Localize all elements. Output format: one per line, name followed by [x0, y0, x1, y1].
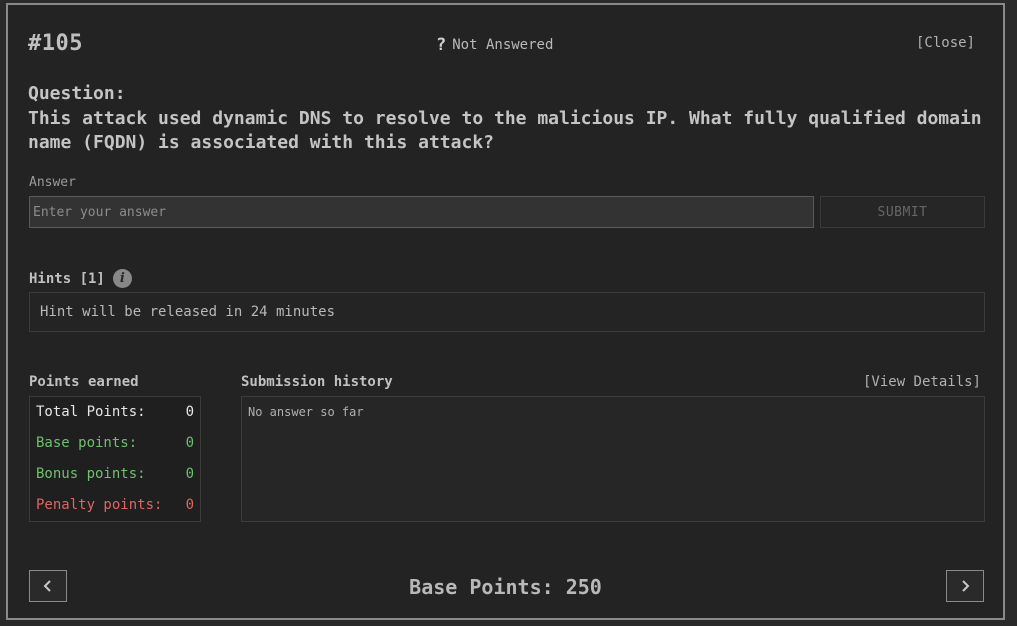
question-text: This attack used dynamic DNS to resolve … [28, 108, 982, 153]
question-id: #105 [28, 31, 83, 56]
bonus-points-label: Bonus points: [36, 466, 146, 482]
penalty-points-row: Penalty points: 0 [36, 497, 194, 513]
hints-header: Hints [1] i [29, 269, 132, 288]
answer-input[interactable] [29, 196, 814, 228]
total-points-row: Total Points: 0 [36, 404, 194, 420]
question-modal: #105 ? Not Answered [Close] Question: Th… [6, 3, 1005, 620]
base-points-value: 0 [185, 435, 194, 451]
hint-box: Hint will be released in 24 minutes [29, 292, 985, 332]
next-question-button[interactable] [946, 570, 984, 602]
total-points-value: 0 [185, 404, 194, 420]
points-box: Total Points: 0 Base points: 0 Bonus poi… [29, 396, 201, 522]
info-icon[interactable]: i [112, 269, 132, 288]
penalty-points-value: 0 [185, 497, 194, 513]
view-details-link[interactable]: [View Details] [863, 374, 981, 390]
chevron-right-icon [962, 580, 970, 592]
answer-status: ? Not Answered [436, 35, 553, 55]
status-text: Not Answered [452, 37, 554, 53]
submission-history-box: No answer so far [241, 396, 985, 522]
question-label: Question: [28, 83, 126, 104]
base-points-label: Base points: [36, 435, 138, 451]
hints-label: Hints [1] [29, 270, 105, 287]
base-points-display: Base Points: 250 [409, 575, 602, 599]
submission-history-label: Submission history [241, 374, 393, 390]
answer-label: Answer [29, 175, 76, 190]
total-points-label: Total Points: [36, 404, 146, 420]
penalty-points-label: Penalty points: [36, 497, 163, 513]
points-earned-label: Points earned [29, 374, 139, 390]
base-points-row: Base points: 0 [36, 435, 194, 451]
bonus-points-value: 0 [185, 466, 194, 482]
question-mark-icon: ? [436, 35, 447, 55]
close-button[interactable]: [Close] [916, 35, 975, 51]
submit-button[interactable]: SUBMIT [820, 196, 985, 228]
bonus-points-row: Bonus points: 0 [36, 466, 194, 482]
